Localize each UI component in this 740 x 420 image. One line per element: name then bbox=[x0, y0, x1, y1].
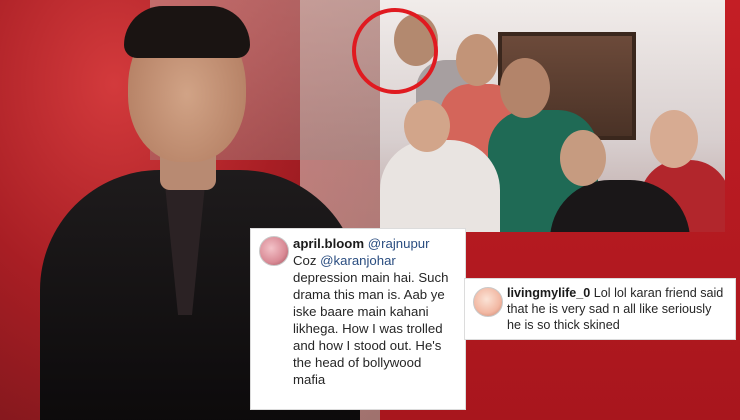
comment-card-livingmylife: livingmylife_0 Lol lol karan friend said… bbox=[464, 278, 736, 340]
comment-username: april.bloom bbox=[293, 236, 365, 251]
face-young-man bbox=[456, 34, 498, 86]
comment-body: livingmylife_0 Lol lol karan friend said… bbox=[507, 285, 727, 333]
face-woman-center bbox=[560, 130, 606, 186]
comment-card-april-bloom: april.bloom @rajnupur Coz @karanjohar de… bbox=[250, 228, 466, 410]
comment-mention: @rajnupur bbox=[367, 236, 430, 251]
avatar bbox=[259, 236, 289, 266]
face-woman-right bbox=[650, 110, 698, 168]
face-woman-left bbox=[404, 100, 450, 152]
comment-text: depression main hai. Such drama this man… bbox=[293, 270, 449, 387]
avatar bbox=[473, 287, 503, 317]
comment-prefix: Coz bbox=[293, 253, 321, 268]
face-bearded-man bbox=[500, 58, 550, 118]
comment-username: livingmylife_0 bbox=[507, 286, 591, 300]
red-highlight-circle bbox=[352, 8, 438, 94]
comment-mention: @karanjohar bbox=[320, 253, 396, 268]
comment-body: april.bloom @rajnupur Coz @karanjohar de… bbox=[293, 235, 457, 388]
person-white-top bbox=[380, 140, 500, 232]
man-hair bbox=[124, 6, 250, 58]
